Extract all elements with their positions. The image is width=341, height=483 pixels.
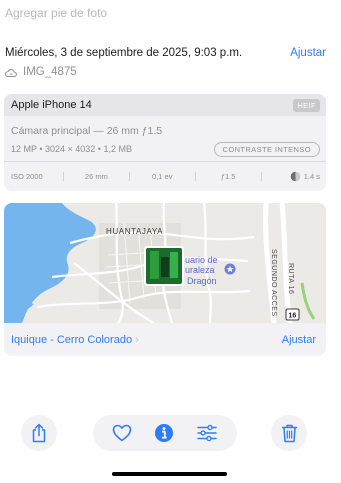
route-number-label: 16 [289,313,297,320]
format-badge: HEIF [293,98,320,112]
photo-actions-group [93,415,237,451]
iso-value: ISO 2000 [11,171,43,181]
area-label: HUANTAJAYA [106,227,163,236]
camera-card-header: Apple iPhone 14 HEIF [4,94,326,116]
poi-label-3: Dragón [187,276,217,286]
place-name: Iquique - Cerro Colorado [11,334,133,346]
photo-datetime: Miércoles, 3 de septiembre de 2025, 9:03… [5,47,243,59]
aperture-value: ƒ1.5 [220,171,236,181]
caption-field[interactable]: Agregar pie de foto [5,6,107,20]
adjust-location-link[interactable]: Ajustar [282,334,316,346]
shutter-speed-icon [290,171,301,181]
street-label-1: SEGUNDO ACCES [270,249,277,317]
adjust-datetime-link[interactable]: Ajustar [290,47,326,59]
location-map[interactable]: HUANTAJAYA uario de uraleza Dragón SEGUN… [4,203,326,323]
info-icon [155,424,173,442]
cloud-icon [5,68,17,77]
trash-icon [281,424,297,443]
focal-length-value: 26 mm [84,171,108,181]
chevron-right-icon: › [135,334,139,346]
lens-info: Cámara principal — 26 mm ƒ1.5 [11,125,163,137]
edit-button[interactable] [196,424,218,442]
info-button[interactable] [154,423,174,443]
photo-style-badge: CONTRASTE INTENSO [213,142,320,157]
heart-icon [112,424,132,442]
share-icon [32,423,46,443]
file-name: IMG_4875 [23,66,77,78]
poi-label-1: uario de [185,255,218,265]
camera-info-card: Apple iPhone 14 HEIF Cámara principal — … [4,94,326,191]
device-name: Apple iPhone 14 [11,99,92,111]
card-divider [4,161,326,162]
exposure-value: 0,1 ev [152,171,173,181]
location-card: HUANTAJAYA uario de uraleza Dragón SEGUN… [4,203,326,356]
favorite-button[interactable] [112,424,132,442]
share-button[interactable] [21,415,57,451]
poi-label-2: uraleza [185,265,215,275]
exif-row: ISO 2000 26 mm 0,1 ev ƒ1.5 1.4 s [11,168,320,184]
shutter-value: 1.4 s [303,171,320,181]
street-label-2: RUTA 16 [287,263,294,294]
shutter-cell: 1.4 s [262,171,320,182]
sliders-icon [197,424,217,442]
home-indicator [112,472,227,476]
file-row: IMG_4875 [5,66,77,78]
image-specs: 12 MP • 3024 × 4032 • 1,2 MB [11,144,132,154]
place-link[interactable]: Iquique - Cerro Colorado › [11,334,139,346]
delete-button[interactable] [271,415,307,451]
